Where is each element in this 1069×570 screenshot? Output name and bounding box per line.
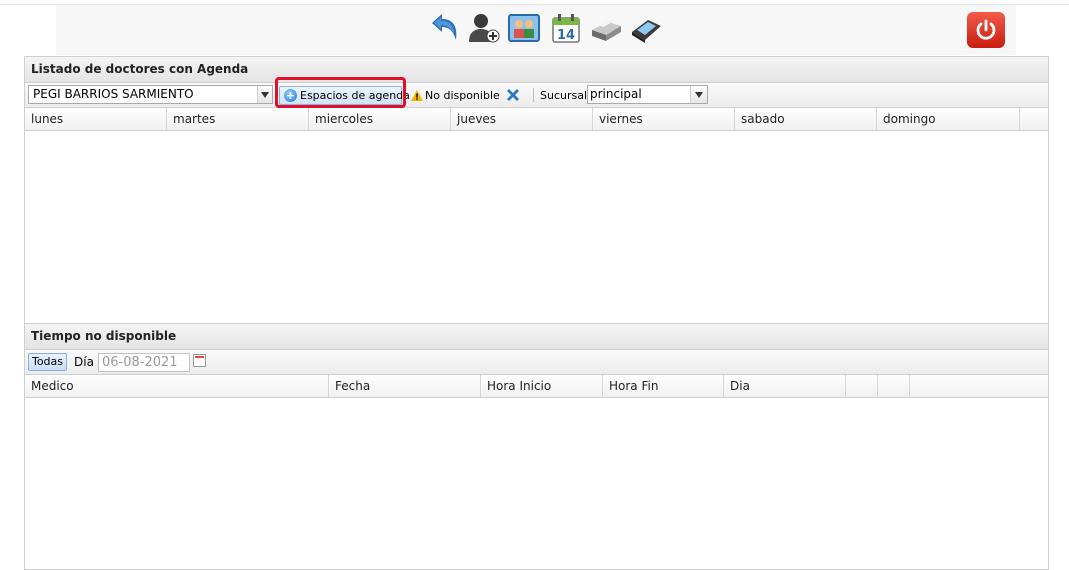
panel-title: Listado de doctores con Agenda <box>25 57 1048 83</box>
col-jueves[interactable]: jueves <box>451 108 593 130</box>
espacios-agenda-button[interactable]: + Espacios de agenda <box>279 86 410 105</box>
chevron-down-icon[interactable] <box>690 86 707 103</box>
col-domingo[interactable]: domingo <box>877 108 1020 130</box>
panel-title: Tiempo no disponible <box>25 324 1048 350</box>
unavailable-header-row: Medico Fecha Hora Inicio Hora Fin Dia <box>25 375 1048 398</box>
col-action-1[interactable] <box>846 375 878 397</box>
doctor-select-value: PEGI BARRIOS SARMIENTO <box>33 87 194 101</box>
col-dia[interactable]: Dia <box>724 375 846 397</box>
power-button[interactable] <box>967 12 1005 48</box>
col-hora-fin[interactable]: Hora Fin <box>603 375 724 397</box>
doctor-select[interactable]: PEGI BARRIOS SARMIENTO <box>28 85 273 104</box>
svg-text:14: 14 <box>557 28 575 43</box>
plus-icon: + <box>284 89 297 102</box>
add-user-icon[interactable] <box>466 10 502 46</box>
close-icon[interactable] <box>505 87 521 106</box>
sucursal-select[interactable]: principal <box>587 85 708 104</box>
calendar-picker-icon[interactable] <box>193 354 206 367</box>
col-fecha[interactable]: Fecha <box>329 375 481 397</box>
col-lunes[interactable]: lunes <box>25 108 167 130</box>
agenda-toolbar: PEGI BARRIOS SARMIENTO + Espacios de age… <box>25 77 1048 108</box>
unavailable-time-panel: Tiempo no disponible Todas Día Medico Fe… <box>24 323 1049 570</box>
col-viernes[interactable]: viernes <box>593 108 735 130</box>
printer-icon[interactable] <box>588 10 624 46</box>
separator <box>533 88 534 102</box>
sucursal-select-value: principal <box>590 87 642 101</box>
dia-label: Día <box>74 355 94 369</box>
unavailable-toolbar: Todas Día <box>25 350 1048 375</box>
chevron-down-icon[interactable] <box>257 86 272 103</box>
no-disponible-label: No disponible <box>425 89 500 102</box>
col-medico[interactable]: Medico <box>25 375 329 397</box>
dia-date-input[interactable] <box>98 353 190 372</box>
users-group-icon[interactable] <box>506 10 542 46</box>
agenda-grid-body <box>25 131 1048 321</box>
col-hora-inicio[interactable]: Hora Inicio <box>481 375 603 397</box>
warning-icon <box>411 89 423 106</box>
espacios-agenda-label: Espacios de agenda <box>300 89 410 102</box>
todas-button[interactable]: Todas <box>28 353 67 371</box>
sucursal-label: Sucursal: <box>540 89 591 102</box>
no-disponible-button[interactable]: No disponible <box>411 87 500 104</box>
week-header-row: lunes martes miercoles jueves viernes sa… <box>25 108 1048 131</box>
doctors-agenda-panel: Listado de doctores con Agenda PEGI BARR… <box>24 56 1049 324</box>
col-action-2[interactable] <box>878 375 910 397</box>
back-icon[interactable] <box>426 10 462 46</box>
power-icon <box>976 19 996 40</box>
col-miercoles[interactable]: miercoles <box>309 108 451 130</box>
unavailable-grid-body <box>25 398 1048 568</box>
col-sabado[interactable]: sabado <box>735 108 877 130</box>
col-martes[interactable]: martes <box>167 108 309 130</box>
calendar-icon[interactable]: 14 <box>548 10 584 46</box>
register-icon[interactable] <box>628 10 664 46</box>
